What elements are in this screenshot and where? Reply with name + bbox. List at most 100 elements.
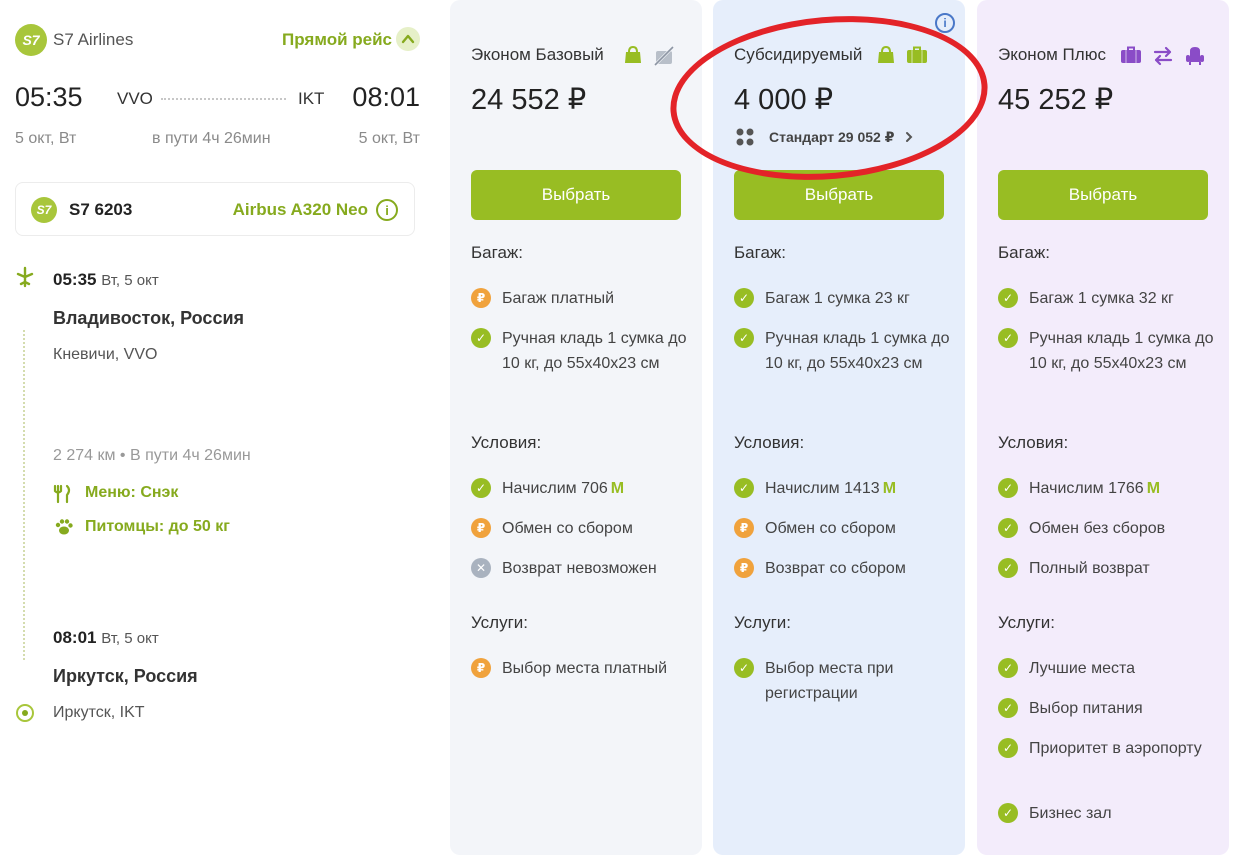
- feature-label: Выбор места платный: [502, 660, 668, 677]
- standard-price-link[interactable]: Стандарт 29 052 ₽: [735, 127, 915, 147]
- check-icon: ✓: [998, 698, 1018, 718]
- fare-feature: ₽ Обмен со сбором: [471, 516, 691, 541]
- arrival-time: 08:01: [352, 82, 420, 112]
- info-icon[interactable]: i: [935, 13, 955, 33]
- no-baggage-icon: [653, 45, 675, 71]
- miles-icon: M: [610, 480, 625, 497]
- select-fare-button[interactable]: Выбрать: [734, 170, 944, 220]
- flight-number: S7 6203: [69, 200, 133, 219]
- distance-duration: 2 274 км • В пути 4ч 26мин: [53, 447, 251, 464]
- feature-label: Приоритет в аэропорту: [1029, 740, 1202, 757]
- standard-price: Стандарт 29 052 ₽: [769, 128, 895, 145]
- feature-label: Выбор места при регистрации: [765, 660, 894, 702]
- feature-text: Полный возврат: [1029, 556, 1218, 581]
- fare-feature: ✓ Приоритет в аэропорту: [998, 736, 1218, 761]
- baggage-heading: Багаж:: [471, 243, 523, 262]
- pets-label: Питомцы: до 50 кг: [85, 518, 230, 535]
- fare-price: 45 252 ₽: [998, 84, 1114, 116]
- route-line: [161, 98, 286, 100]
- baggage-heading: Багаж:: [734, 243, 786, 262]
- departure-time: 05:35: [15, 82, 83, 112]
- departure-code: VVO: [117, 89, 153, 108]
- fare-feature: ✓ Выбор питания: [998, 696, 1218, 721]
- fare-feature: ✓ Лучшие места: [998, 656, 1218, 681]
- arrival-date: 5 окт, Вт: [358, 130, 420, 147]
- hand-bag-icon: [876, 45, 896, 69]
- fare-feature: ₽ Багаж платный: [471, 286, 691, 311]
- check-icon: ✓: [734, 288, 754, 308]
- departure-date: 5 окт, Вт: [15, 130, 77, 147]
- detail-departure-day: Вт, 5 окт: [101, 272, 159, 289]
- seat-icon: [1184, 46, 1206, 71]
- feature-text: Лучшие места: [1029, 656, 1218, 681]
- feature-label: Начислим 706: [502, 480, 608, 497]
- services-heading: Услуги:: [471, 613, 529, 632]
- fare-feature: ✓ Начислим 706 M: [471, 476, 691, 501]
- feature-label: Возврат невозможен: [502, 560, 657, 577]
- check-icon: ✓: [471, 328, 491, 348]
- fare-feature: ₽ Возврат со сбором: [734, 556, 954, 581]
- fare-feature: ₽ Обмен со сбором: [734, 516, 954, 541]
- feature-text: Возврат невозможен: [502, 556, 691, 581]
- fare-icons: [876, 45, 928, 69]
- fare-feature: ✓ Обмен без сборов: [998, 516, 1218, 541]
- check-icon: ✓: [998, 478, 1018, 498]
- ruble-icon: ₽: [471, 288, 491, 308]
- fare-price: 24 552 ₽: [471, 84, 587, 116]
- feature-text: Обмен со сбором: [765, 516, 954, 541]
- menu-label: Меню: Снэк: [85, 484, 179, 501]
- airline-name: S7 Airlines: [53, 30, 134, 49]
- fare-feature: ✓ Полный возврат: [998, 556, 1218, 581]
- feature-text: Багаж 1 сумка 23 кг: [765, 286, 954, 311]
- menu-info[interactable]: Меню: Снэк: [53, 484, 178, 502]
- feature-text: Бизнес зал: [1029, 801, 1218, 826]
- detail-departure-time: 05:35: [53, 270, 97, 289]
- feature-label: Ручная кладь 1 сумка до 10 кг, до 55x40x…: [502, 330, 687, 372]
- aircraft-model[interactable]: Airbus A320 Neo: [233, 200, 368, 220]
- ruble-icon: ₽: [471, 518, 491, 538]
- feature-text: Ручная кладь 1 сумка до 10 кг, до 55x40x…: [502, 326, 691, 376]
- miles-icon: M: [882, 480, 897, 497]
- check-icon: ✓: [734, 328, 754, 348]
- suitcase-icon: [906, 46, 928, 69]
- hand-bag-icon: [623, 45, 643, 71]
- fare-feature: ₽ Выбор места платный: [471, 656, 691, 681]
- timeline-line: [23, 330, 25, 660]
- feature-label: Обмен без сборов: [1029, 520, 1166, 537]
- direct-flight-label[interactable]: Прямой рейс: [282, 30, 392, 50]
- s7-logo-icon: S7: [15, 24, 47, 56]
- airline-row: S7 S7 Airlines Прямой рейс: [15, 24, 420, 56]
- fare-economy-plus: Эконом Плюс 45 252 ₽ Выбрать Багаж: ✓ Багаж…: [977, 0, 1229, 855]
- pets-info[interactable]: Питомцы: до 50 кг: [53, 518, 230, 536]
- fare-economy-basic: Эконом Базовый 24 552 ₽ Выбрать Багаж: ₽ Ба…: [450, 0, 702, 855]
- ruble-icon: ₽: [734, 518, 754, 538]
- fare-feature: ✕ Возврат невозможен: [471, 556, 691, 581]
- suitcase-icon: [1120, 46, 1142, 71]
- fare-feature: ✓ Выбор места при регистрации: [734, 656, 954, 706]
- info-icon[interactable]: i: [376, 199, 398, 221]
- feature-text: Приоритет в аэропорту: [1029, 736, 1218, 761]
- feature-text: Возврат со сбором: [765, 556, 954, 581]
- departure-airport: Кневичи, VVO: [53, 346, 158, 363]
- flight-duration: в пути 4ч 26мин: [152, 130, 271, 147]
- arrival-pin-icon: [16, 704, 34, 722]
- collapse-button[interactable]: [396, 27, 420, 51]
- conditions-heading: Условия:: [734, 433, 805, 452]
- fare-feature: ✓ Начислим 1766 M: [998, 476, 1218, 501]
- feature-text: Багаж 1 сумка 32 кг: [1029, 286, 1218, 311]
- select-fare-button[interactable]: Выбрать: [471, 170, 681, 220]
- s7-logo-icon: S7: [31, 197, 57, 223]
- flight-panel: S7 S7 Airlines Прямой рейс 05:35 VVO IKT…: [0, 0, 440, 855]
- fare-feature: ✓ Багаж 1 сумка 23 кг: [734, 286, 954, 311]
- fare-feature: ✓ Ручная кладь 1 сумка до 10 кг, до 55x4…: [998, 326, 1218, 376]
- fare-feature: ✓ Ручная кладь 1 сумка до 10 кг, до 55x4…: [734, 326, 954, 376]
- detail-departure: 05:35 Вт, 5 окт: [53, 270, 159, 290]
- select-fare-button[interactable]: Выбрать: [998, 170, 1208, 220]
- chevron-up-icon: [401, 34, 415, 44]
- feature-text: Начислим 1766 M: [1029, 476, 1218, 501]
- feature-text: Начислим 706 M: [502, 476, 691, 501]
- feature-text: Обмен со сбором: [502, 516, 691, 541]
- detail-arrival: 08:01 Вт, 5 окт: [53, 628, 159, 648]
- feature-text: Выбор места платный: [502, 656, 691, 681]
- check-icon: ✓: [998, 803, 1018, 823]
